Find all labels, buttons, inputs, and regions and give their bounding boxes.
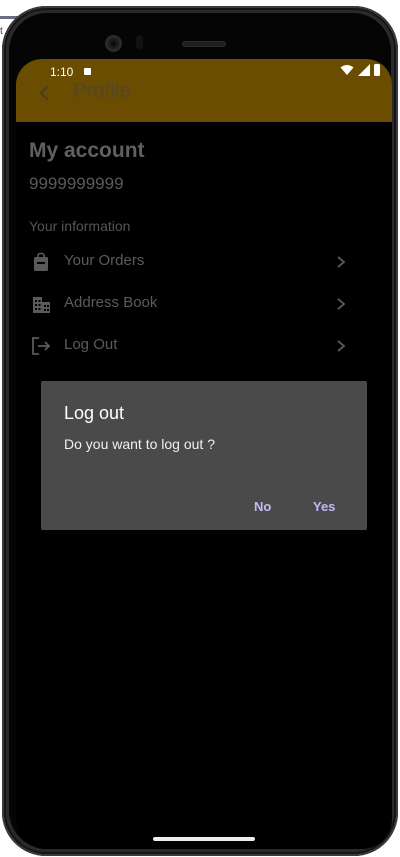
- earpiece-speaker: [182, 41, 226, 47]
- account-heading: My account: [29, 139, 145, 162]
- menu-label-address-book: Address Book: [64, 294, 158, 311]
- status-icons: [340, 64, 380, 76]
- edge-artifact-text: t: [0, 26, 3, 37]
- back-arrow-icon[interactable]: [36, 84, 54, 102]
- yes-button[interactable]: Yes: [309, 497, 339, 516]
- battery-icon: [374, 64, 380, 76]
- no-button[interactable]: No: [250, 497, 275, 516]
- home-indicator[interactable]: [153, 837, 255, 841]
- screen: 1:10 Profile My account 9999999999 Your …: [16, 59, 392, 849]
- chevron-right-icon: [337, 340, 346, 352]
- phone-device-frame: 1:10 Profile My account 9999999999 Your …: [2, 6, 398, 856]
- front-camera: [105, 35, 122, 52]
- orders-bag-icon: [34, 252, 48, 271]
- signal-icon: [358, 64, 370, 76]
- section-label-your-information: Your information: [29, 218, 131, 234]
- app-bar: 1:10 Profile: [16, 59, 392, 122]
- dialog-title: Log out: [64, 403, 125, 423]
- page-title: Profile: [73, 80, 132, 102]
- logout-dialog: Log out Do you want to log out ? No Yes: [41, 381, 367, 530]
- notification-icon: [84, 68, 91, 75]
- phone-number: 9999999999: [29, 174, 124, 193]
- menu-item-your-orders[interactable]: Your Orders: [16, 243, 392, 283]
- chevron-right-icon: [337, 256, 346, 268]
- menu-item-log-out[interactable]: Log Out: [16, 327, 392, 367]
- status-time: 1:10: [50, 65, 74, 79]
- menu-label-your-orders: Your Orders: [64, 252, 145, 269]
- chevron-right-icon: [337, 298, 346, 310]
- logout-icon: [32, 337, 51, 355]
- building-icon: [33, 297, 50, 313]
- menu-item-address-book[interactable]: Address Book: [16, 285, 392, 325]
- proximity-sensor: [136, 35, 143, 49]
- dialog-message: Do you want to log out ?: [64, 436, 215, 452]
- menu-label-log-out: Log Out: [64, 336, 118, 353]
- wifi-icon: [340, 65, 354, 75]
